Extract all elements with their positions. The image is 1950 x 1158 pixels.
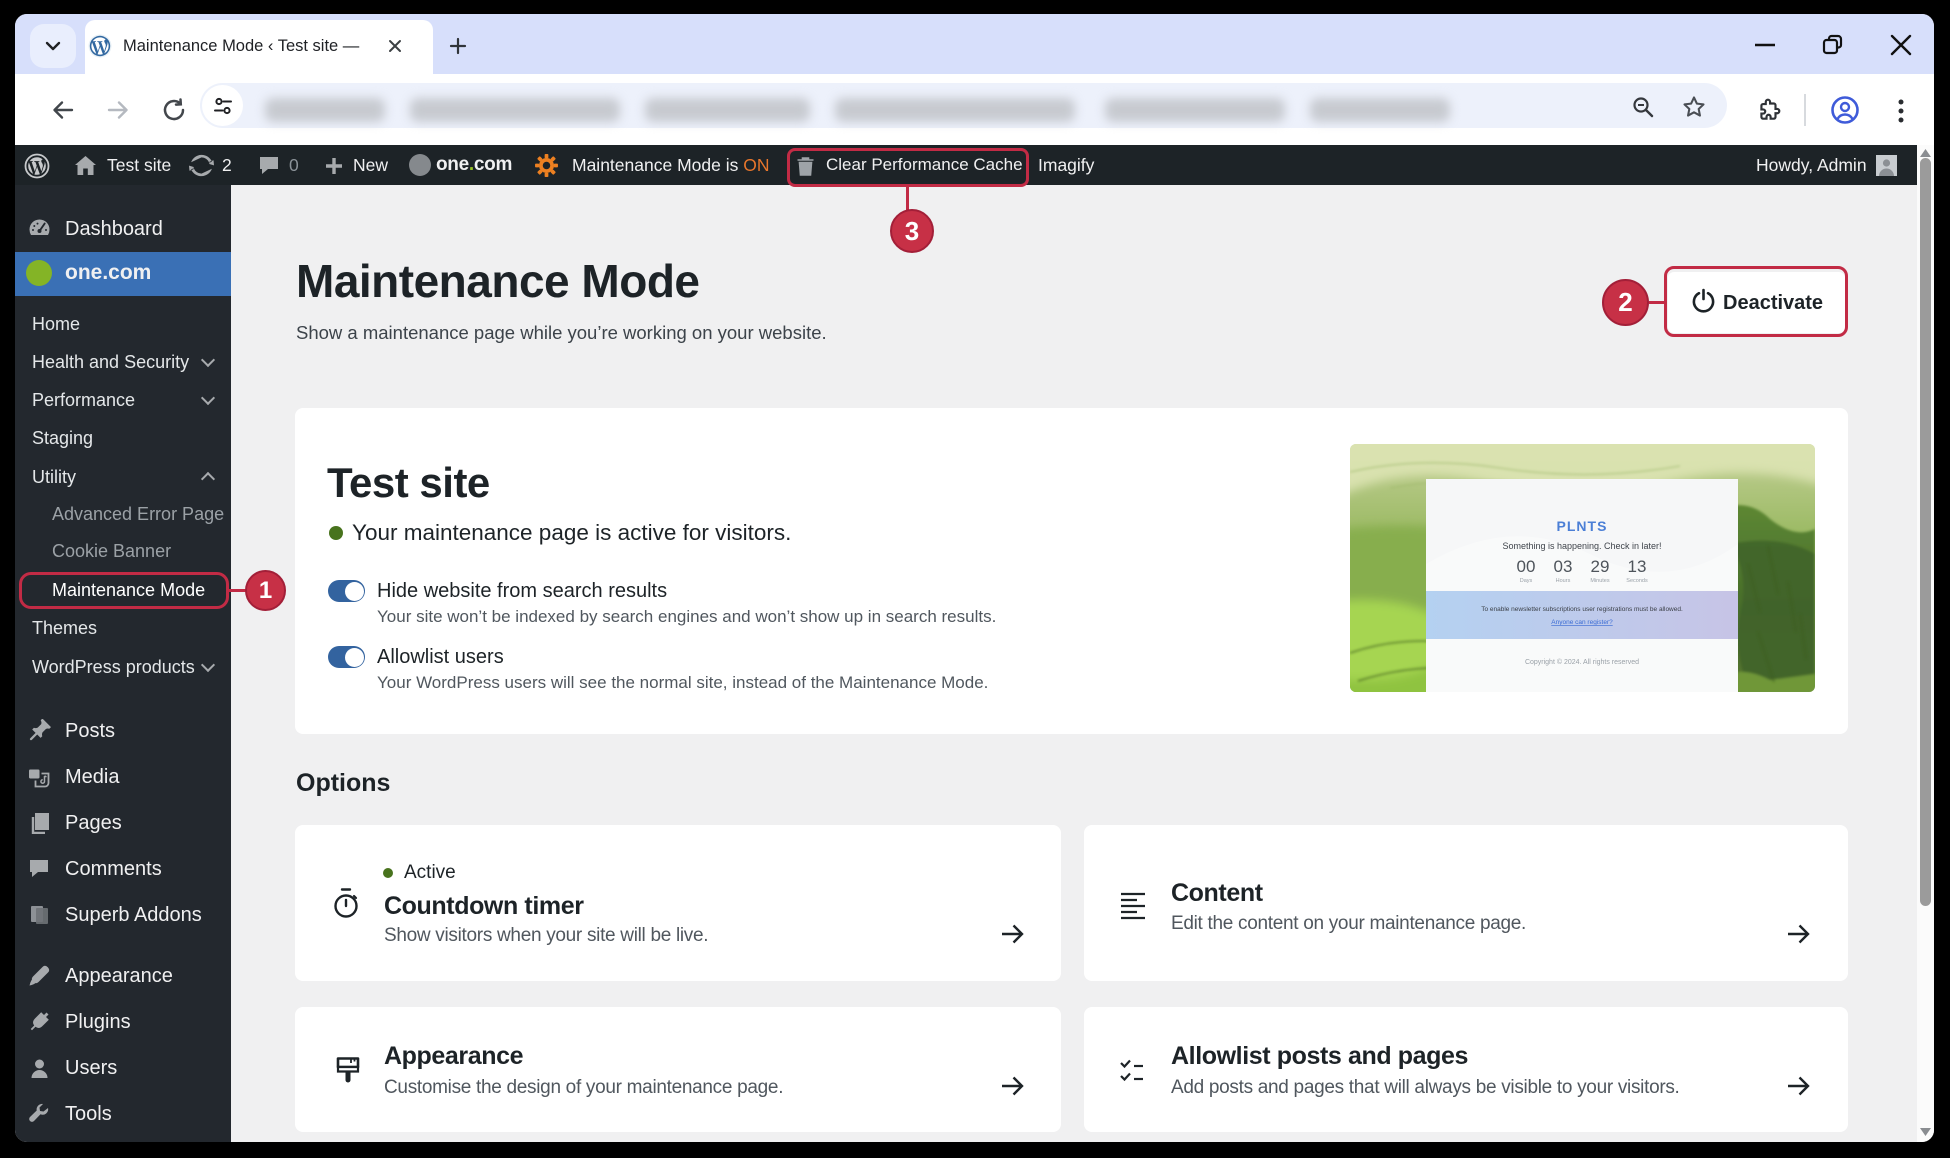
- svg-text:To enable newsletter subscript: To enable newsletter subscriptions user …: [1481, 606, 1683, 613]
- svg-text:PLNTS: PLNTS: [1557, 518, 1608, 534]
- svg-text:Anyone can register?: Anyone can register?: [1551, 619, 1613, 626]
- svg-text:13: 13: [1628, 557, 1647, 576]
- svg-text:Seconds: Seconds: [1626, 578, 1648, 584]
- svg-text:Minutes: Minutes: [1590, 578, 1610, 584]
- svg-text:Days: Days: [1520, 578, 1533, 584]
- svg-text:00: 00: [1517, 557, 1536, 576]
- svg-text:Hours: Hours: [1556, 578, 1571, 584]
- svg-text:Something is happening. Check: Something is happening. Check in later!: [1502, 541, 1661, 551]
- svg-text:Copyright © 2024. All rights r: Copyright © 2024. All rights reserved: [1525, 658, 1639, 666]
- svg-text:03: 03: [1554, 557, 1573, 576]
- svg-text:29: 29: [1591, 557, 1610, 576]
